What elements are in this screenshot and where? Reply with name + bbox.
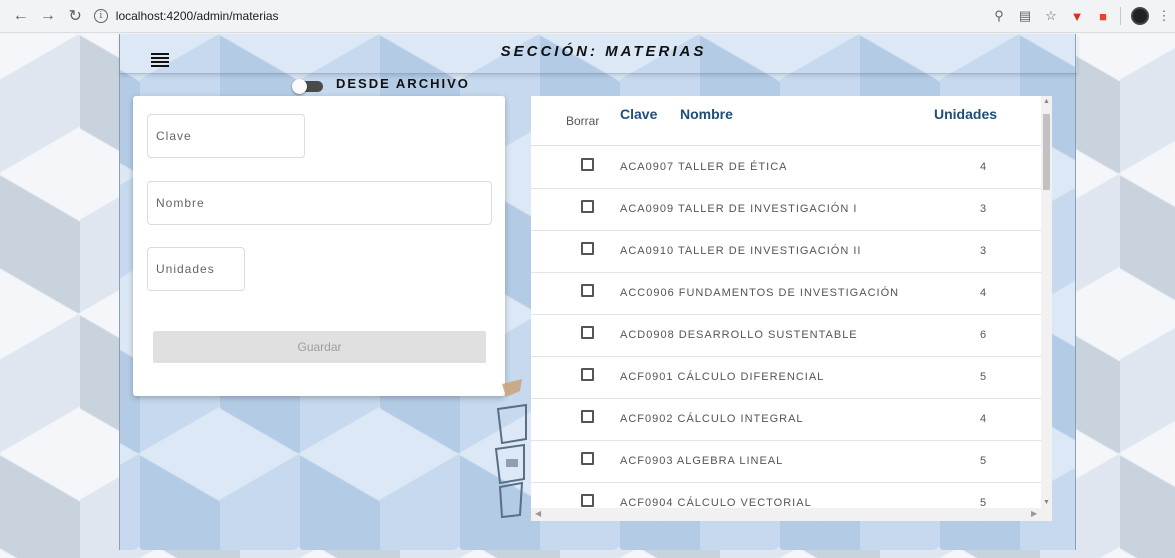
materia-cell: ACA0907 TALLER DE ÉTICA xyxy=(620,161,788,173)
table-row: ACA0907 TALLER DE ÉTICA 4 xyxy=(531,147,1041,189)
table-row: ACF0903 ALGEBRA LINEAL 5 xyxy=(531,441,1041,483)
unidades-cell: 6 xyxy=(980,329,987,341)
scroll-right-arrow-icon[interactable]: ▶ xyxy=(1031,509,1037,518)
toggle-label: DESDE ARCHIVO xyxy=(336,76,470,91)
star-icon[interactable]: ☆ xyxy=(1040,8,1062,24)
desde-archivo-toggle[interactable] xyxy=(292,79,323,94)
table-row: ACD0908 DESARROLLO SUSTENTABLE 6 xyxy=(531,315,1041,357)
unidades-field[interactable] xyxy=(147,247,245,291)
unidades-input[interactable] xyxy=(156,262,244,276)
app-header: SECCIÓN: MATERIAS xyxy=(120,34,1077,74)
extensions-bar: ⚲ ▤ ☆ ▼ ■ ⋮ xyxy=(984,7,1175,25)
materia-cell: ACC0906 FUNDAMENTOS DE INVESTIGACIÓN xyxy=(620,287,900,299)
info-icon[interactable]: i xyxy=(93,9,108,23)
horizontal-scrollbar[interactable]: ◀ ▶ xyxy=(531,508,1052,521)
guardar-button[interactable]: Guardar xyxy=(153,331,486,363)
unidades-cell: 3 xyxy=(980,245,987,257)
delete-checkbox[interactable] xyxy=(581,494,594,507)
delete-checkbox[interactable] xyxy=(581,200,594,213)
table-header: Borrar Clave Nombre Unidades xyxy=(531,96,1041,146)
materias-table: Borrar Clave Nombre Unidades ACA0907 TAL… xyxy=(531,96,1052,521)
unidades-cell: 4 xyxy=(980,161,987,173)
url-text: localhost:4200/admin/materias xyxy=(115,9,279,23)
table-row: ACA0909 TALLER DE INVESTIGACIÓN I 3 xyxy=(531,189,1041,231)
unidades-cell: 4 xyxy=(980,413,987,425)
delete-checkbox[interactable] xyxy=(581,284,594,297)
table-row: ACF0901 CÁLCULO DIFERENCIAL 5 xyxy=(531,357,1041,399)
lock-extension-icon[interactable]: ■ xyxy=(1092,9,1114,24)
column-header-nombre[interactable]: Nombre xyxy=(680,106,733,122)
translate-icon[interactable]: ▤ xyxy=(1014,8,1036,24)
back-arrow-icon[interactable]: ← xyxy=(10,5,31,27)
reload-icon[interactable]: ↻ xyxy=(65,5,86,27)
materia-cell: ACF0903 ALGEBRA LINEAL xyxy=(620,455,784,467)
table-row: ACC0906 FUNDAMENTOS DE INVESTIGACIÓN 4 xyxy=(531,273,1041,315)
materia-cell: ACF0902 CÁLCULO INTEGRAL xyxy=(620,413,804,425)
forward-arrow-icon[interactable]: → xyxy=(37,5,58,27)
page-title: SECCIÓN: MATERIAS xyxy=(500,43,707,60)
materia-cell: ACA0910 TALLER DE INVESTIGACIÓN II xyxy=(620,245,862,257)
clave-field[interactable] xyxy=(147,114,305,158)
delete-checkbox[interactable] xyxy=(581,158,594,171)
profile-avatar[interactable] xyxy=(1131,7,1149,25)
unidades-cell: 5 xyxy=(980,371,987,383)
scroll-up-arrow-icon[interactable]: ▲ xyxy=(1043,98,1050,105)
delete-checkbox[interactable] xyxy=(581,452,594,465)
toolbar-divider xyxy=(1120,7,1121,25)
clave-input[interactable] xyxy=(156,129,304,143)
scroll-left-arrow-icon[interactable]: ◀ xyxy=(535,509,541,518)
materia-cell: ACA0909 TALLER DE INVESTIGACIÓN I xyxy=(620,203,858,215)
column-header-clave[interactable]: Clave xyxy=(620,106,657,122)
address-bar[interactable]: i localhost:4200/admin/materias xyxy=(93,4,954,28)
delete-checkbox[interactable] xyxy=(581,410,594,423)
delete-checkbox[interactable] xyxy=(581,326,594,339)
materia-form-card: Guardar xyxy=(133,96,505,396)
key-icon[interactable]: ⚲ xyxy=(988,8,1010,24)
table-row: ACA0910 TALLER DE INVESTIGACIÓN II 3 xyxy=(531,231,1041,273)
scroll-down-arrow-icon[interactable]: ▼ xyxy=(1043,499,1050,506)
institution-logo xyxy=(494,379,527,519)
unidades-cell: 5 xyxy=(980,455,987,467)
delete-checkbox[interactable] xyxy=(581,242,594,255)
vertical-scrollbar[interactable]: ▲ ▼ xyxy=(1041,96,1052,508)
toggle-thumb xyxy=(292,79,307,94)
more-menu-icon[interactable]: ⋮ xyxy=(1153,8,1175,24)
materia-cell: ACF0901 CÁLCULO DIFERENCIAL xyxy=(620,371,825,383)
nombre-field[interactable] xyxy=(147,181,492,225)
scrollbar-thumb[interactable] xyxy=(1043,114,1050,190)
column-header-borrar: Borrar xyxy=(566,114,600,128)
table-row: ACF0902 CÁLCULO INTEGRAL 4 xyxy=(531,399,1041,441)
page-background: SECCIÓN: MATERIAS DESDE ARCHIVO Guardar xyxy=(0,34,1175,558)
pocket-icon[interactable]: ▼ xyxy=(1066,9,1088,24)
unidades-cell: 3 xyxy=(980,203,987,215)
nombre-input[interactable] xyxy=(156,196,491,210)
unidades-cell: 4 xyxy=(980,287,987,299)
column-header-unidades[interactable]: Unidades xyxy=(934,106,997,122)
app-container: SECCIÓN: MATERIAS DESDE ARCHIVO Guardar xyxy=(119,34,1077,550)
browser-toolbar: ← → ↻ i localhost:4200/admin/materias ⚲ … xyxy=(0,0,1175,33)
delete-checkbox[interactable] xyxy=(581,368,594,381)
materia-cell: ACD0908 DESARROLLO SUSTENTABLE xyxy=(620,329,858,341)
